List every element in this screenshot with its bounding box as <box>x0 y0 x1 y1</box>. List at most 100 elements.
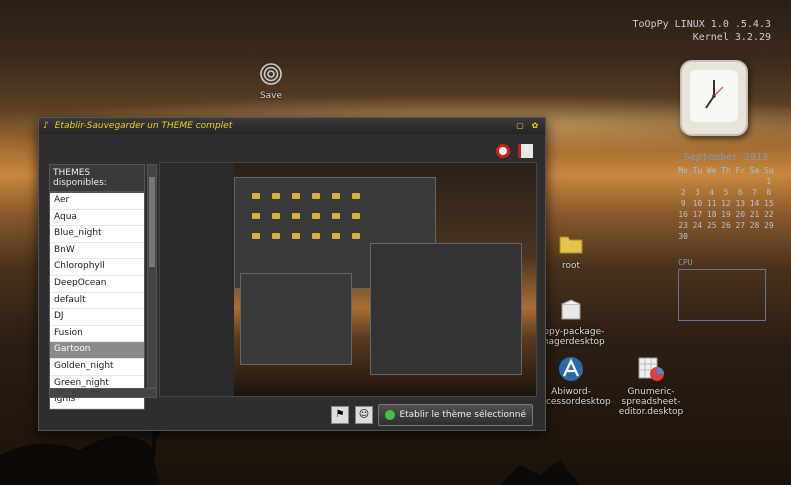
calendar-date: 11 <box>706 199 717 208</box>
folder-icon <box>352 193 360 199</box>
calendar-date: 5 <box>723 188 729 197</box>
scrollbar-thumb[interactable] <box>149 177 155 267</box>
calendar-date: 17 <box>692 210 703 219</box>
exit-icon[interactable] <box>518 144 533 158</box>
folder-icon <box>559 236 583 254</box>
theme-item[interactable]: Aqua <box>50 210 144 227</box>
calendar-day-name: Mo <box>678 166 688 175</box>
calendar-grid: Mo Tu We Th Fr Sa Su 1 2345678 9 10 11 12 13… <box>676 165 776 242</box>
calendar-day-name: Th <box>721 166 731 175</box>
calendar-date: 14 <box>749 199 760 208</box>
calendar-date: 7 <box>752 188 757 197</box>
calendar-date: 3 <box>695 188 700 197</box>
apply-icon <box>385 410 396 420</box>
folder-icon <box>292 213 300 219</box>
calendar-day-name: Fr <box>735 166 746 175</box>
window-bottom-bar: ⚑ ☺ ✎ Etablir le thème sélectionné <box>39 398 545 430</box>
desktop-icon-label: Gnumeric-spreadsheet- editor.desktop <box>618 387 684 417</box>
folder-icon <box>312 193 320 199</box>
theme-item[interactable]: Golden_night <box>50 359 144 376</box>
themes-list: Aer Aqua Blue_night BnW Chlorophyll Deep… <box>49 192 145 410</box>
desktop-icon-label: Save <box>259 91 283 101</box>
calendar-date <box>719 176 733 187</box>
toolbar <box>496 144 533 158</box>
spreadsheet-icon <box>638 357 664 381</box>
window-close-button[interactable]: ✿ <box>529 121 541 131</box>
window-menu-icon[interactable]: ♪ <box>43 121 49 131</box>
folder-icon <box>272 233 280 239</box>
calendar-date: 19 <box>721 210 731 219</box>
clock-hands-icon <box>705 80 724 109</box>
clock-face <box>690 70 738 122</box>
themes-list-panel: THEMES disponibles: Aer Aqua Blue_night … <box>49 164 145 410</box>
window-titlebar[interactable]: ♪ Etablir-Sauvegarder un THEME complet ▢… <box>39 118 545 134</box>
theme-item[interactable]: Blue_night <box>50 226 144 243</box>
theme-item[interactable]: default <box>50 293 144 310</box>
folder-icon <box>272 193 280 199</box>
calendar-date: 24 <box>692 221 703 230</box>
apply-theme-label: Etablir le thème sélectionné <box>399 410 526 420</box>
calendar-month: September 2013 <box>683 152 769 163</box>
preview-settings-window <box>370 243 522 375</box>
themes-horizontal-scrollbar[interactable] <box>49 388 157 398</box>
folder-icon <box>312 213 320 219</box>
theme-item[interactable]: DeepOcean <box>50 276 144 293</box>
calendar-date <box>676 176 690 187</box>
theme-item[interactable]: Chlorophyll <box>50 259 144 276</box>
calendar-date: 23 <box>678 221 688 230</box>
folder-icon <box>252 213 260 219</box>
calendar-widget: September 2013 Mo Tu We Th Fr Sa Su 1 23… <box>676 152 776 242</box>
calendar-date <box>690 231 704 242</box>
calendar-date: 4 <box>709 188 715 197</box>
calendar-date <box>733 231 747 242</box>
calendar-date: 29 <box>764 221 774 230</box>
calendar-date <box>719 231 733 242</box>
desktop-icon-gnumeric[interactable]: Gnumeric-spreadsheet- editor.desktop <box>606 356 696 417</box>
folder-icon <box>292 193 300 199</box>
calendar-date: 1 <box>766 177 772 186</box>
calendar-date: 27 <box>735 221 746 230</box>
theme-item[interactable]: Fusion <box>50 326 144 343</box>
calendar-date <box>690 176 704 187</box>
calendar-day-name: Tu <box>692 166 703 175</box>
folder-icon <box>352 213 360 219</box>
calendar-date <box>705 176 719 187</box>
folder-icon <box>352 233 360 239</box>
theme-item-selected[interactable]: Gartoon <box>50 342 144 359</box>
calendar-date: 6 <box>737 188 743 197</box>
window-title: Etablir-Sauvegarder un THEME complet <box>54 121 233 131</box>
window-minimize-button[interactable]: ▢ <box>514 121 526 131</box>
distro-version: ToOpPy LINUX 1.0 .5.4.3 <box>632 19 771 30</box>
folder-icon <box>332 213 340 219</box>
preview-small-window <box>240 273 352 365</box>
cpu-monitor-widget: CPU <box>678 258 766 321</box>
flag-icon[interactable]: ⚑ <box>331 406 349 424</box>
theme-item[interactable]: Aer <box>50 193 144 210</box>
quit-icon[interactable] <box>496 144 510 158</box>
themes-vertical-scrollbar[interactable] <box>147 164 157 388</box>
theme-preview-image <box>159 162 537 397</box>
calendar-date <box>747 231 761 242</box>
desktop-icon-save[interactable]: Save <box>226 62 316 101</box>
package-icon <box>561 299 581 320</box>
calendar-date <box>762 231 776 242</box>
calendar-date: 15 <box>764 199 774 208</box>
theme-item[interactable]: DJ <box>50 309 144 326</box>
calendar-date: 9 <box>680 199 686 208</box>
apply-theme-button[interactable]: Etablir le thème sélectionné <box>378 404 533 426</box>
theme-item[interactable]: BnW <box>50 243 144 260</box>
calendar-day-name: We <box>706 166 717 175</box>
cpu-label: CPU <box>678 258 693 267</box>
calendar-date: 28 <box>749 221 760 230</box>
calendar-day-name: Sa <box>749 166 760 175</box>
calendar-date <box>705 231 719 242</box>
calendar-date: 8 <box>766 188 772 197</box>
calendar-date: 25 <box>706 221 717 230</box>
calendar-date: 13 <box>735 199 746 208</box>
theme-manager-window: ♪ Etablir-Sauvegarder un THEME complet ▢… <box>38 117 546 431</box>
folder-icon <box>332 233 340 239</box>
folder-icon <box>332 193 340 199</box>
user-icon[interactable]: ☺ <box>355 406 373 424</box>
folder-icon <box>272 213 280 219</box>
calendar-date <box>747 176 761 187</box>
